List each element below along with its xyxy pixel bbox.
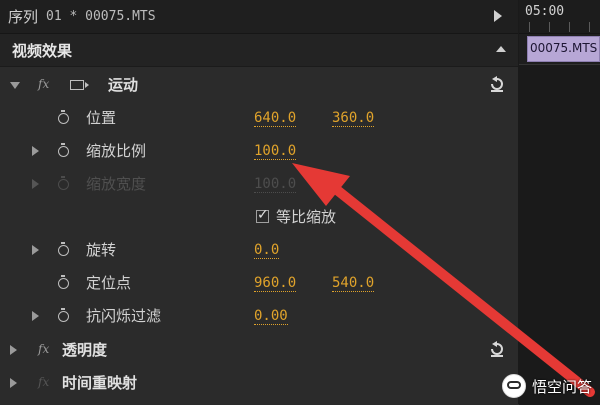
property-label-scale-width: 缩放宽度 <box>86 175 147 193</box>
expand-triangle-icon[interactable] <box>10 378 17 388</box>
expand-triangle-icon[interactable] <box>10 82 20 89</box>
expand-triangle-icon[interactable] <box>32 146 39 156</box>
uniform-scale-row: 等比缩放 <box>0 200 518 233</box>
anchor-x-value[interactable]: 960.0 <box>254 275 297 292</box>
sequence-bar: 序列 01 * 00075.MTS <box>0 0 518 34</box>
ruler-tick <box>569 22 570 32</box>
stopwatch-icon[interactable] <box>58 308 69 322</box>
reset-icon[interactable] <box>488 340 506 358</box>
expand-triangle-icon[interactable] <box>32 311 39 321</box>
scale-value[interactable]: 100.0 <box>254 143 297 160</box>
effect-controls-panel: 序列 01 * 00075.MTS 视频效果 fx 运动 位置 640.0 36… <box>0 0 519 404</box>
motion-effect-icon <box>70 80 89 90</box>
expand-triangle-icon <box>32 179 39 189</box>
anti-flicker-value[interactable]: 0.00 <box>254 308 288 325</box>
expand-triangle-icon[interactable] <box>10 345 17 355</box>
effect-row-opacity[interactable]: fx 透明度 <box>0 333 518 366</box>
property-label-anti-flicker: 抗闪烁过滤 <box>86 307 162 325</box>
sequence-name[interactable]: 01 * 00075.MTS <box>46 9 156 24</box>
timeline-body <box>519 64 600 405</box>
watermark-text: 悟空问答 <box>531 377 592 396</box>
scale-width-value: 100.0 <box>254 176 297 193</box>
collapse-up-icon[interactable] <box>496 46 506 52</box>
timeline-clip[interactable]: 00075.MTS <box>527 36 600 62</box>
stopwatch-icon[interactable] <box>58 242 69 256</box>
property-label-scale: 缩放比例 <box>86 142 147 160</box>
effect-name-motion: 运动 <box>108 76 139 94</box>
stopwatch-icon <box>58 176 69 190</box>
ruler-tick <box>529 22 530 32</box>
property-row-anchor-point: 定位点 960.0 540.0 <box>0 266 518 299</box>
fx-badge-icon[interactable]: fx <box>38 77 49 91</box>
play-icon[interactable] <box>494 10 502 22</box>
sequence-label: 序列 <box>8 8 39 26</box>
property-row-anti-flicker: 抗闪烁过滤 0.00 <box>0 299 518 332</box>
expand-triangle-icon[interactable] <box>32 245 39 255</box>
fx-badge-icon: fx <box>38 375 50 389</box>
video-effects-title: 视频效果 <box>12 41 73 60</box>
effect-row-time-remap[interactable]: fx 时间重映射 <box>0 366 518 399</box>
effect-name-opacity: 透明度 <box>62 341 108 359</box>
property-label-anchor-point: 定位点 <box>86 274 132 292</box>
property-row-position: 位置 640.0 360.0 <box>0 101 518 134</box>
wukong-logo-icon <box>501 374 526 398</box>
fx-badge-icon[interactable]: fx <box>38 342 49 356</box>
reset-icon[interactable] <box>488 75 506 93</box>
position-x-value[interactable]: 640.0 <box>254 110 297 127</box>
property-row-scale: 缩放比例 100.0 <box>0 134 518 167</box>
video-effects-header: 视频效果 <box>0 34 518 67</box>
time-ruler[interactable]: 05:00 <box>519 0 600 34</box>
rotation-value[interactable]: 0.0 <box>254 242 280 259</box>
ruler-tick <box>589 22 590 32</box>
position-y-value[interactable]: 360.0 <box>332 110 375 127</box>
uniform-scale-checkbox[interactable] <box>256 207 269 223</box>
effect-name-time-remap: 时间重映射 <box>62 374 138 392</box>
stopwatch-icon[interactable] <box>58 143 69 157</box>
property-row-rotation: 旋转 0.0 <box>0 233 518 266</box>
effect-row-motion[interactable]: fx 运动 <box>0 68 518 101</box>
stopwatch-icon[interactable] <box>58 110 69 124</box>
time-label: 05:00 <box>525 4 565 19</box>
effect-controls-app: 序列 01 * 00075.MTS 视频效果 fx 运动 位置 640.0 36… <box>0 0 600 405</box>
stopwatch-icon[interactable] <box>58 275 69 289</box>
property-row-scale-width: 缩放宽度 100.0 <box>0 167 518 200</box>
property-label-rotation: 旋转 <box>86 241 117 259</box>
ruler-tick <box>549 22 550 32</box>
uniform-scale-label: 等比缩放 <box>276 208 337 226</box>
anchor-y-value[interactable]: 540.0 <box>332 275 375 292</box>
property-label-position: 位置 <box>86 109 117 127</box>
clip-label: 00075.MTS <box>530 41 598 55</box>
timeline-panel: 05:00 00075.MTS <box>519 0 600 405</box>
watermark: 悟空问答 <box>501 374 592 398</box>
